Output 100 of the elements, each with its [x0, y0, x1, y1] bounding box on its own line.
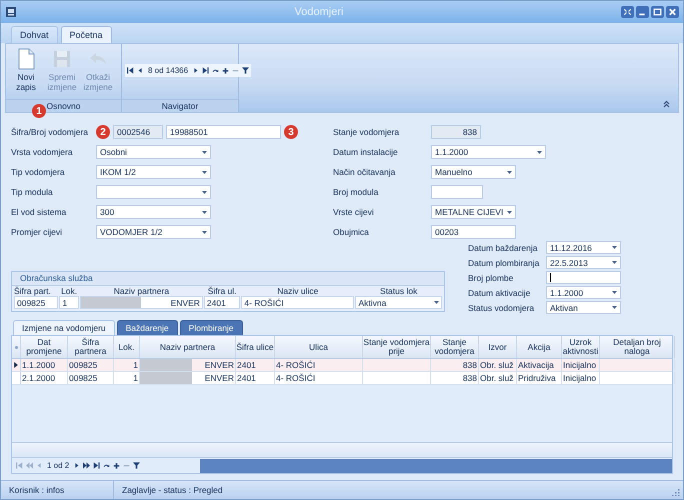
- column-label: Naziv partnera: [112, 286, 170, 296]
- filter-icon[interactable]: [242, 67, 250, 74]
- readonly-field: 4- ROŠIĆI: [241, 296, 354, 309]
- table-row[interactable]: 1.1.2000 009825 1 ENVER 2401 4- ROŠIĆI 838 Obr. služ Aktivacija Inicijalno: [12, 359, 672, 372]
- dropdown-field[interactable]: 300: [96, 205, 211, 219]
- table-cell: 2.1.2000: [21, 372, 68, 384]
- column-label: Lok.: [60, 286, 78, 296]
- record-position: 8 od 14366: [147, 66, 190, 75]
- date-dropdown[interactable]: 22.5.2013: [546, 256, 621, 269]
- dropdown-arrow-icon[interactable]: [612, 291, 617, 294]
- window-title: Vodomjeri: [294, 6, 344, 18]
- input-field[interactable]: [431, 185, 483, 199]
- dropdown-arrow-icon[interactable]: [612, 261, 617, 264]
- field-label: Promjer cijevi: [11, 227, 64, 237]
- tab[interactable]: Izmjene na vodomjeru: [13, 320, 115, 335]
- callout-marker: 3: [284, 125, 298, 139]
- table-cell: 4- ROŠIĆI: [275, 359, 363, 371]
- ribbon-tab[interactable]: Početna: [60, 26, 112, 43]
- dropdown-field[interactable]: VODOMJER 1/2: [96, 225, 211, 239]
- tab[interactable]: Baždarenje: [116, 320, 178, 335]
- last-icon[interactable]: [93, 462, 100, 469]
- resize-grip-icon[interactable]: [672, 488, 680, 496]
- forward-icon[interactable]: [83, 462, 90, 469]
- dropdown-arrow-icon[interactable]: [537, 150, 542, 154]
- table-cell: 1.1.2000: [21, 359, 68, 371]
- dropdown-field[interactable]: Osobni: [96, 145, 211, 159]
- dropdown-field[interactable]: 1.1.2000: [431, 145, 546, 159]
- dropdown-arrow-icon[interactable]: [202, 170, 207, 174]
- dropdown-arrow-icon[interactable]: [202, 210, 207, 214]
- document-icon: [16, 48, 36, 70]
- dropdown-arrow-icon[interactable]: [612, 306, 617, 309]
- redaction-block: [140, 372, 192, 384]
- field-label: Obujmica: [333, 227, 370, 237]
- field-label: Stanje vodomjera: [333, 127, 400, 137]
- fullscreen-button[interactable]: [621, 6, 634, 18]
- last-icon[interactable]: [202, 67, 210, 74]
- readonly-field: 0002546: [113, 125, 163, 139]
- date-dropdown[interactable]: Aktivan: [546, 301, 621, 314]
- redo-icon[interactable]: [103, 462, 110, 469]
- close-button[interactable]: [666, 6, 679, 18]
- table-cell: ENVER: [140, 372, 236, 384]
- prev-icon[interactable]: [137, 67, 144, 74]
- column-header[interactable]: Ulica: [275, 336, 363, 358]
- column-header[interactable]: Izvor: [479, 336, 517, 358]
- column-header[interactable]: Šifra ulice: [236, 336, 275, 358]
- tab[interactable]: Plombiranje: [180, 320, 243, 335]
- next-icon[interactable]: [73, 462, 80, 469]
- column-header[interactable]: Akcija: [517, 336, 562, 358]
- dropdown-arrow-icon[interactable]: [507, 210, 512, 214]
- column-header[interactable]: Naziv partnera: [140, 336, 236, 358]
- group-caption: Navigator: [122, 99, 238, 112]
- field-label: Vrsta vodomjera: [11, 147, 74, 157]
- dropdown-arrow-icon[interactable]: [434, 301, 439, 304]
- redo-icon[interactable]: [212, 67, 220, 74]
- table-cell: Pridruživa: [517, 372, 562, 384]
- column-header[interactable]: Šifra partnera: [68, 336, 114, 358]
- column-label: Naziv ulice: [276, 286, 320, 296]
- column-header[interactable]: Dat promjene: [21, 336, 68, 358]
- input-field[interactable]: 19988501: [166, 125, 281, 139]
- dropdown-field[interactable]: Aktivna: [355, 296, 442, 309]
- dropdown-arrow-icon[interactable]: [202, 230, 207, 234]
- dropdown-arrow-icon[interactable]: [612, 246, 617, 249]
- dropdown-field[interactable]: METALNE CIJEVI: [431, 205, 516, 219]
- filter-icon[interactable]: [133, 462, 140, 469]
- dropdown-arrow-icon[interactable]: [507, 170, 512, 174]
- field-label: Način očitavanja: [333, 167, 396, 177]
- column-header[interactable]: Uzrok aktivnosti: [562, 336, 600, 358]
- minimize-button[interactable]: [636, 6, 649, 18]
- dropdown-field[interactable]: IKOM 1/2: [96, 165, 211, 179]
- horizontal-scrollbar[interactable]: [200, 458, 672, 472]
- column-header[interactable]: Lok.: [114, 336, 140, 358]
- field-label: Datum instalacije: [333, 147, 399, 157]
- ribbon-button[interactable]: Novi zapis: [9, 48, 43, 92]
- column-header[interactable]: Detaljan broj naloga: [600, 336, 675, 358]
- dropdown-field[interactable]: [96, 185, 211, 199]
- callout-marker: 1: [32, 104, 46, 118]
- maximize-button[interactable]: [651, 6, 664, 18]
- collapse-icon[interactable]: [663, 100, 670, 108]
- dropdown-arrow-icon[interactable]: [202, 150, 207, 154]
- plus-icon[interactable]: [222, 67, 230, 74]
- panel-title: Obračunska služba: [12, 272, 444, 286]
- date-dropdown[interactable]: 11.12.2016: [546, 241, 621, 254]
- dropdown-field[interactable]: Manuelno: [431, 165, 516, 179]
- row-pointer-icon: [14, 362, 18, 368]
- column-header[interactable]: Stanje vodomjera prije: [363, 336, 431, 358]
- table-cell: Obr. služ: [479, 372, 517, 384]
- input-field[interactable]: 00203: [431, 225, 516, 239]
- plus-icon[interactable]: [113, 462, 120, 469]
- table-cell: ENVER: [140, 359, 236, 371]
- table-row[interactable]: 2.1.2000 009825 1 ENVER 2401 4- ROŠIĆI 838 Obr. služ Pridruživa Inicijalno: [12, 372, 672, 385]
- field-label: Vrste cijevi: [333, 207, 375, 217]
- table-cell: 009825: [68, 372, 114, 384]
- input-field[interactable]: [546, 271, 621, 284]
- dropdown-arrow-icon[interactable]: [202, 190, 207, 194]
- page-position: 1 od 2: [46, 461, 70, 470]
- ribbon-tab[interactable]: Dohvat: [11, 26, 58, 43]
- first-icon[interactable]: [127, 67, 134, 74]
- date-dropdown[interactable]: 1.1.2000: [546, 286, 621, 299]
- next-icon[interactable]: [192, 67, 200, 74]
- column-header[interactable]: Stanje vodomjera: [431, 336, 479, 358]
